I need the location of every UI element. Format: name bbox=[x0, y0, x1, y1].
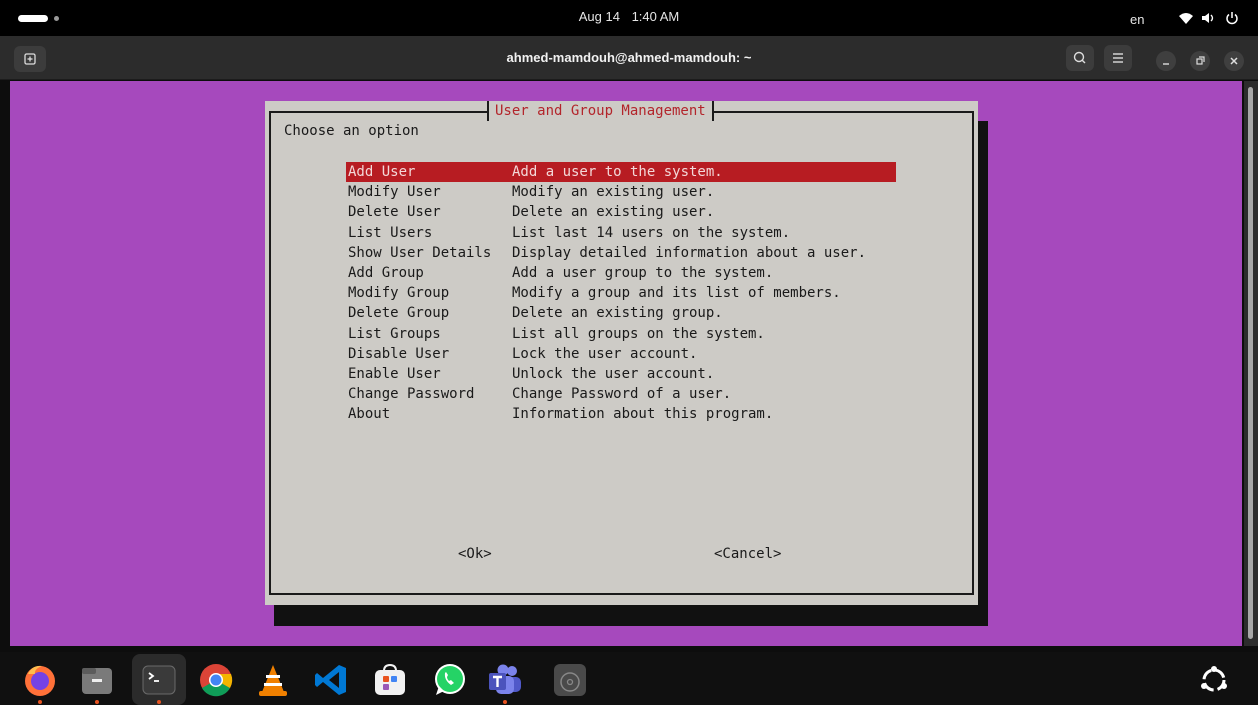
running-indicator bbox=[95, 700, 99, 704]
menu-item-tag: List Users bbox=[348, 224, 433, 241]
app-center-icon[interactable] bbox=[372, 662, 408, 698]
running-indicator bbox=[157, 700, 161, 704]
wifi-icon[interactable] bbox=[1178, 11, 1194, 25]
menu-item-description: Modify a group and its list of members. bbox=[512, 285, 841, 302]
top-bar: Aug 14 1:40 AM en bbox=[0, 0, 1258, 36]
terminal-headerbar: ahmed-mamdouh@ahmed-mamdouh: ~ bbox=[0, 36, 1258, 80]
volume-icon[interactable] bbox=[1201, 11, 1217, 25]
clock-date: Aug 14 bbox=[578, 9, 620, 24]
menu-item-description: Lock the user account. bbox=[512, 345, 698, 362]
minimize-icon bbox=[1163, 63, 1169, 65]
chrome-icon[interactable] bbox=[198, 662, 234, 698]
scrollbar-thumb[interactable] bbox=[1248, 87, 1253, 639]
menu-item-add-group[interactable]: Add Group Add a user group to the system. bbox=[346, 263, 896, 283]
dock bbox=[0, 652, 1258, 705]
vlc-icon[interactable] bbox=[255, 662, 291, 698]
dialog-title: User and Group Management bbox=[487, 101, 714, 121]
disc-icon[interactable] bbox=[552, 662, 588, 698]
menu-item-description: Delete an existing group. bbox=[512, 305, 723, 322]
menu-item-tag: Add Group bbox=[348, 264, 424, 281]
menu-item-tag: Change Password bbox=[348, 386, 475, 403]
whatsapp-icon[interactable] bbox=[432, 662, 468, 698]
files-icon[interactable] bbox=[79, 662, 115, 698]
terminal-scrollbar[interactable] bbox=[1244, 81, 1258, 646]
menu-item-description: Modify an existing user. bbox=[512, 184, 715, 201]
menu-item-delete-user[interactable]: Delete User Delete an existing user. bbox=[346, 202, 896, 222]
menu-item-description: Display detailed information about a use… bbox=[512, 244, 867, 261]
menu-list: Add User Add a user to the system. Modify … bbox=[346, 162, 896, 424]
menu-item-description: List last 14 users on the system. bbox=[512, 224, 791, 241]
hamburger-icon bbox=[1113, 53, 1123, 63]
input-language-indicator[interactable]: en bbox=[1130, 12, 1144, 27]
running-indicator bbox=[38, 700, 42, 704]
menu-item-modify-user[interactable]: Modify User Modify an existing user. bbox=[346, 182, 896, 202]
close-icon bbox=[1230, 57, 1238, 65]
menu-item-change-password[interactable]: Change Password Change Password of a user… bbox=[346, 384, 896, 404]
menu-item-tag: Modify Group bbox=[348, 285, 450, 302]
menu-item-show-user-details[interactable]: Show User Details Display detailed inform… bbox=[346, 243, 896, 263]
menu-item-description: Information about this program. bbox=[512, 406, 774, 423]
close-button[interactable] bbox=[1224, 51, 1244, 71]
menu-item-description: Change Password of a user. bbox=[512, 386, 732, 403]
minimize-button[interactable] bbox=[1156, 51, 1176, 71]
vscode-icon[interactable] bbox=[313, 662, 349, 698]
menu-item-about[interactable]: About Information about this program. bbox=[346, 404, 896, 424]
show-apps-icon[interactable] bbox=[1198, 664, 1230, 696]
clock-time: 1:40 AM bbox=[631, 9, 680, 24]
whiptail-dialog: User and Group Management Choose an opti… bbox=[265, 101, 978, 605]
menu-item-tag: About bbox=[348, 406, 391, 423]
teams-icon[interactable] bbox=[487, 662, 523, 698]
clock[interactable]: Aug 14 1:40 AM bbox=[0, 9, 1258, 24]
menu-item-list-users[interactable]: List Users List last 14 users on the syst… bbox=[346, 223, 896, 243]
menu-item-description: Add a user group to the system. bbox=[512, 264, 774, 281]
menu-item-list-groups[interactable]: List Groups List all groups on the system… bbox=[346, 324, 896, 344]
menu-item-enable-user[interactable]: Enable User Unlock the user account. bbox=[346, 364, 896, 384]
menu-button[interactable] bbox=[1104, 45, 1132, 71]
ok-button[interactable]: <Ok> bbox=[458, 544, 492, 564]
dialog-prompt: Choose an option bbox=[284, 123, 419, 139]
menu-item-tag: Delete User bbox=[348, 204, 441, 221]
search-button[interactable] bbox=[1066, 45, 1094, 71]
restore-icon bbox=[1196, 56, 1205, 65]
menu-item-description: Unlock the user account. bbox=[512, 365, 715, 382]
terminal-icon[interactable] bbox=[141, 662, 177, 698]
menu-item-tag: List Groups bbox=[348, 325, 441, 342]
cancel-button[interactable]: <Cancel> bbox=[714, 544, 781, 564]
search-icon bbox=[1073, 51, 1086, 64]
power-icon[interactable] bbox=[1224, 11, 1240, 25]
menu-item-tag: Enable User bbox=[348, 365, 441, 382]
menu-item-modify-group[interactable]: Modify Group Modify a group and its list … bbox=[346, 283, 896, 303]
menu-item-add-user[interactable]: Add User Add a user to the system. bbox=[346, 162, 896, 183]
menu-item-description: List all groups on the system. bbox=[512, 325, 765, 342]
menu-item-tag: Delete Group bbox=[348, 305, 450, 322]
maximize-button[interactable] bbox=[1190, 51, 1210, 71]
menu-item-description: Delete an existing user. bbox=[512, 204, 715, 221]
firefox-icon[interactable] bbox=[22, 662, 58, 698]
menu-item-tag: Show User Details bbox=[348, 244, 492, 261]
running-indicator bbox=[503, 700, 507, 704]
menu-item-tag: Modify User bbox=[348, 184, 441, 201]
menu-item-disable-user[interactable]: Disable User Lock the user account. bbox=[346, 344, 896, 364]
menu-item-tag: Add User bbox=[348, 164, 416, 180]
menu-item-tag: Disable User bbox=[348, 345, 450, 362]
menu-item-delete-group[interactable]: Delete Group Delete an existing group. bbox=[346, 303, 896, 323]
menu-item-description: Add a user to the system. bbox=[512, 164, 723, 180]
